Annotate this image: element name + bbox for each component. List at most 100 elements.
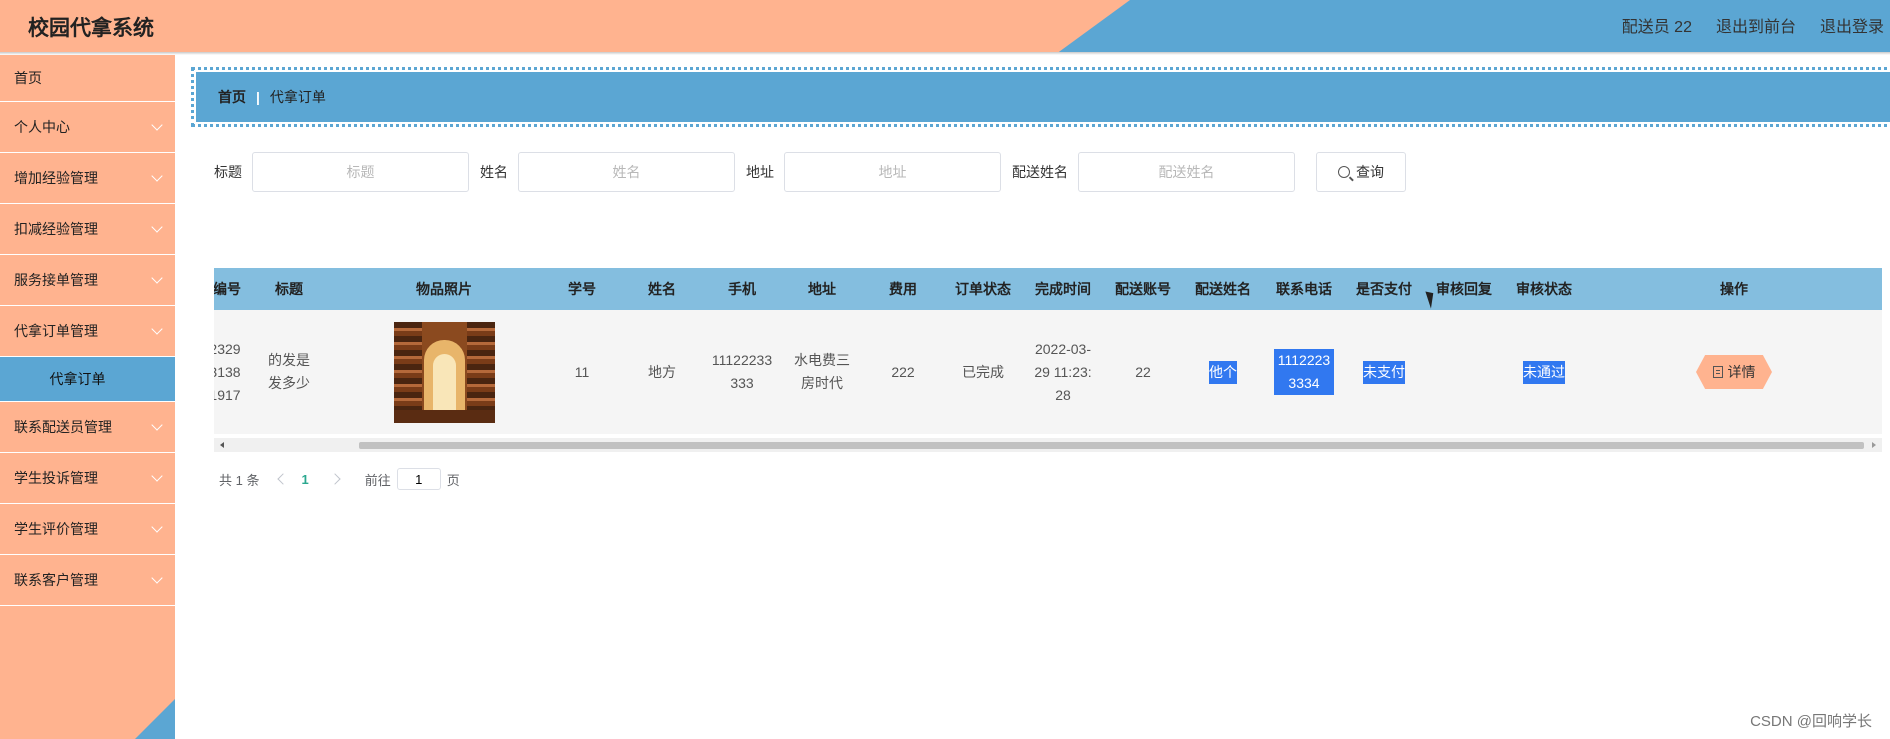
search-form: 标题 姓名 地址 配送姓名 查询: [214, 152, 1406, 192]
sidebar-item-contact-customer[interactable]: 联系客户管理: [0, 555, 175, 606]
goto-page-input[interactable]: [396, 468, 441, 490]
address-label: 地址: [746, 164, 774, 180]
back-to-front-link[interactable]: 退出到前台: [1716, 13, 1796, 37]
name-input[interactable]: [518, 152, 735, 192]
sidebar-item-label: 首页: [14, 70, 42, 86]
col-header-order-status: 订单状态: [955, 281, 1011, 297]
col-header-photo: 物品照片: [416, 281, 472, 297]
col-header-review-reply: 审核回复: [1436, 281, 1492, 297]
chevron-right-icon[interactable]: [329, 473, 341, 485]
header-actions: 配送员 22 退出到前台 退出登录: [1622, 13, 1884, 37]
sidebar-item-label: 服务接单管理: [14, 272, 98, 288]
col-header-title: 标题: [275, 281, 303, 297]
col-header-actions: 操作: [1720, 281, 1748, 297]
cell-fee-text: 222: [891, 363, 915, 380]
chevron-down-icon: [151, 323, 163, 335]
sidebar-item-label: 个人中心: [14, 119, 70, 135]
col-header-done-time: 完成时间: [1035, 281, 1091, 297]
sidebar-item-label: 扣减经验管理: [14, 221, 98, 237]
header-shadow: [0, 52, 1890, 55]
sidebar-item-deduct-exp[interactable]: 扣减经验管理: [0, 204, 175, 255]
cell-courier-account-text: 22: [1135, 363, 1151, 380]
sidebar-item-reviews[interactable]: 学生评价管理: [0, 504, 175, 555]
chevron-down-icon: [151, 521, 163, 533]
logout-link[interactable]: 退出登录: [1820, 13, 1884, 37]
sidebar: 首页 个人中心 增加经验管理 扣减经验管理 服务接单管理 代拿订单管理 代拿订单…: [0, 55, 175, 739]
col-header-name: 姓名: [648, 281, 676, 297]
table-header-row: 编号 标题 物品照片 学号 姓名 手机 地址 费用 订单状态 完成时间 配送账号…: [214, 268, 1882, 310]
cell-student-no-text: 11: [574, 363, 590, 380]
horizontal-scrollbar[interactable]: [214, 438, 1882, 452]
cell-order-status: 已完成: [948, 310, 1018, 434]
table-row: 2329 3138 1917 的发是发多少 11 地方 11122233333 …: [214, 310, 1882, 434]
cell-contact-phone: 11122233334: [1269, 310, 1339, 434]
cell-name: 地方: [627, 310, 697, 434]
cell-address-text: 水电费三房时代: [794, 352, 850, 391]
chevron-down-icon: [151, 221, 163, 233]
cell-courier-account: 22: [1108, 310, 1178, 434]
cell-done-time: 2022-03-29 11:23:28: [1028, 310, 1098, 434]
cell-order-status-text: 已完成: [962, 363, 1004, 380]
sidebar-item-label: 增加经验管理: [14, 170, 98, 186]
cell-review-reply: [1429, 310, 1499, 434]
cell-done-time-text: 2022-03-29 11:23:28: [1034, 340, 1092, 403]
breadcrumb: 首页 | 代拿订单: [191, 67, 1890, 127]
col-header-courier-name: 配送姓名: [1195, 281, 1251, 297]
query-button[interactable]: 查询: [1316, 152, 1406, 192]
sidebar-item-personal-center[interactable]: 个人中心: [0, 102, 175, 153]
detail-button[interactable]: 详情: [1696, 355, 1772, 389]
cell-id-text: 2329 3138 1917: [214, 340, 241, 403]
goto-prefix: 前往: [364, 472, 391, 488]
current-user-label: 配送员 22: [1621, 19, 1692, 36]
chevron-down-icon: [151, 272, 163, 284]
pagination-total: 共 1 条: [219, 472, 260, 488]
courier-name-label: 配送姓名: [1012, 164, 1068, 180]
col-header-fee: 费用: [889, 281, 917, 297]
courier-name-input[interactable]: [1078, 152, 1295, 192]
scrollbar-thumb[interactable]: [359, 442, 1864, 449]
sidebar-item-home[interactable]: 首页: [0, 55, 175, 102]
item-photo-image[interactable]: [393, 321, 495, 423]
col-header-address: 地址: [808, 281, 836, 297]
col-header-paid: 是否支付: [1356, 281, 1412, 297]
cell-courier-name-text: 他个: [1209, 360, 1237, 384]
cell-paid: 未支付: [1349, 310, 1419, 434]
cell-photo: [374, 310, 514, 434]
scroll-left-arrow-icon[interactable]: [220, 442, 224, 448]
chevron-down-icon: [151, 170, 163, 182]
cell-contact-phone-text: 11122233334: [1274, 349, 1334, 395]
title-label: 标题: [214, 164, 242, 180]
sidebar-item-label: 联系配送员管理: [14, 419, 112, 435]
address-input[interactable]: [784, 152, 1001, 192]
cell-actions: 详情: [1694, 310, 1774, 434]
breadcrumb-current: 代拿订单: [269, 89, 326, 105]
col-header-courier-account: 配送账号: [1115, 281, 1171, 297]
cell-address: 水电费三房时代: [787, 310, 857, 434]
cell-name-text: 地方: [648, 363, 676, 380]
sidebar-item-contact-courier[interactable]: 联系配送员管理: [0, 402, 175, 453]
chevron-left-icon[interactable]: [277, 473, 290, 485]
sidebar-item-label: 学生投诉管理: [14, 470, 98, 486]
cell-review-status: 未通过: [1509, 310, 1579, 434]
sidebar-item-add-exp[interactable]: 增加经验管理: [0, 153, 175, 204]
sidebar-item-pickup-orders[interactable]: 代拿订单管理: [0, 306, 175, 357]
scroll-right-arrow-icon[interactable]: [1872, 442, 1876, 448]
detail-button-label: 详情: [1727, 363, 1756, 380]
cell-id: 2329 3138 1917: [214, 310, 246, 434]
breadcrumb-home[interactable]: 首页: [218, 87, 246, 107]
cell-phone-text: 11122233333: [711, 352, 773, 391]
cell-fee: 222: [868, 310, 938, 434]
cell-review-status-text: 未通过: [1523, 360, 1565, 384]
sidebar-subitem-label: 代拿订单: [49, 371, 106, 387]
sidebar-item-label: 联系客户管理: [14, 572, 98, 588]
cell-phone: 11122233333: [707, 310, 777, 434]
title-input[interactable]: [252, 152, 469, 192]
sidebar-corner-decoration: [135, 699, 175, 739]
col-header-phone: 手机: [728, 281, 756, 297]
sidebar-subitem-pickup-order[interactable]: 代拿订单: [0, 357, 175, 402]
sidebar-item-complaints[interactable]: 学生投诉管理: [0, 453, 175, 504]
query-button-label: 查询: [1356, 164, 1384, 180]
pagination-page-number[interactable]: 1: [301, 472, 308, 487]
sidebar-item-service-orders[interactable]: 服务接单管理: [0, 255, 175, 306]
chevron-down-icon: [151, 470, 163, 482]
